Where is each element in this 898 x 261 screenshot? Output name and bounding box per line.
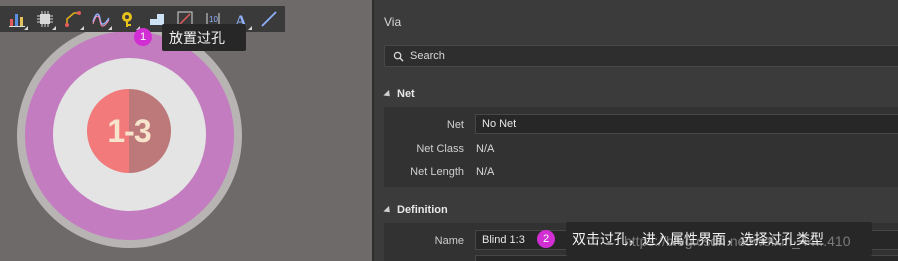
bar-chart-icon <box>8 14 25 27</box>
tool-place-line[interactable] <box>256 7 281 31</box>
via-name-label: Name <box>434 235 464 247</box>
net-field[interactable]: No Net <box>475 114 898 134</box>
section-header-net[interactable]: Net <box>383 88 415 100</box>
search-input[interactable] <box>410 50 710 62</box>
callout-place-via: 放置过孔 <box>162 24 246 51</box>
tool-bar-chart[interactable] <box>4 7 29 31</box>
collapse-triangle-icon <box>383 205 393 215</box>
net-class-label: Net Class <box>416 143 464 155</box>
tool-diff-pair[interactable] <box>88 7 113 31</box>
tool-place-via[interactable] <box>116 7 141 31</box>
search-box[interactable] <box>384 45 898 67</box>
section-body-net: Net No Net Net Class N/A Net Length N/A <box>384 107 898 187</box>
section-title-net: Net <box>397 88 415 100</box>
callout-badge-1: 1 <box>134 28 152 46</box>
collapse-triangle-icon <box>383 89 393 99</box>
panel-title: Via <box>384 15 402 29</box>
net-length-label: Net Length <box>410 166 464 178</box>
place-via-icon <box>121 12 132 27</box>
diff-pair-wave-icon <box>91 13 110 27</box>
pcb-canvas[interactable]: 1-3 10 A 1 放置过孔 <box>0 0 372 261</box>
section-header-definition[interactable]: Definition <box>383 204 448 216</box>
callout-badge-2: 2 <box>537 230 555 248</box>
place-line-icon <box>260 11 277 27</box>
watermark-text: https://blog.csdn.net/weixin_44...410 <box>624 233 851 249</box>
section-title-definition: Definition <box>397 204 448 216</box>
chip-component-icon <box>36 11 53 27</box>
svg-text:10: 10 <box>209 15 218 24</box>
route-track-icon <box>64 11 81 27</box>
tool-route-track[interactable] <box>60 7 85 31</box>
search-icon <box>393 51 404 62</box>
via-layer-span-label: 1-3 <box>107 112 151 149</box>
net-class-value: N/A <box>476 143 495 155</box>
net-length-value: N/A <box>476 166 495 178</box>
tool-component[interactable] <box>32 7 57 31</box>
net-label: Net <box>446 119 464 131</box>
